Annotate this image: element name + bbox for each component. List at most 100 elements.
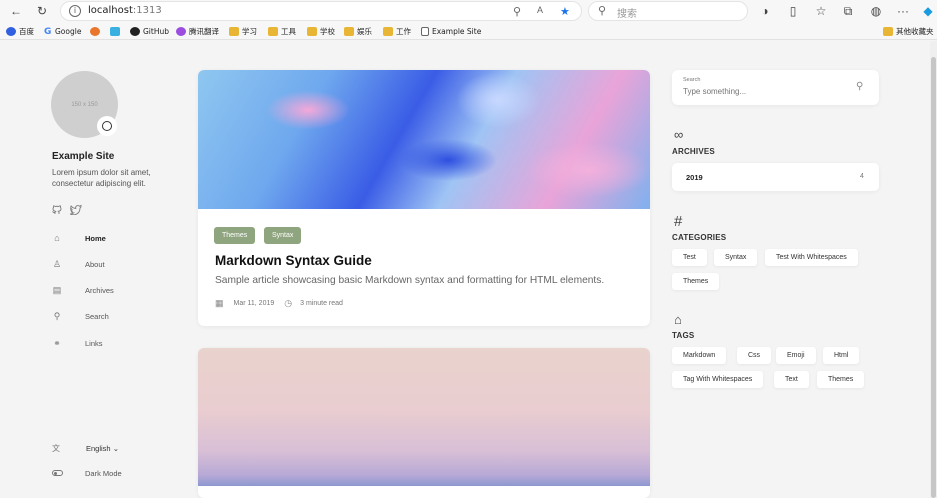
site-title[interactable]: Example Site bbox=[52, 151, 114, 162]
folder-icon bbox=[229, 27, 239, 36]
post-title[interactable]: Markdown Syntax Guide bbox=[215, 253, 372, 268]
folder-icon bbox=[383, 27, 393, 36]
page-icon bbox=[421, 27, 429, 36]
archives-title: ARCHIVES bbox=[672, 147, 715, 156]
nav-item-search[interactable]: ⚲ Search bbox=[52, 309, 109, 323]
reload-icon[interactable]: ↻ bbox=[35, 4, 49, 18]
widget-search[interactable]: Search ⚲ bbox=[672, 70, 879, 105]
tag-pill[interactable]: Emoji bbox=[776, 347, 816, 364]
tag-icon: ⌂ bbox=[674, 312, 682, 327]
zoom-icon[interactable]: ⚲ bbox=[513, 5, 521, 18]
twitter-icon[interactable] bbox=[69, 204, 82, 216]
link-icon: ⚭ bbox=[53, 337, 61, 348]
bookmark-translate[interactable]: 腾讯翻译 bbox=[176, 25, 219, 38]
toggle-icon bbox=[52, 470, 63, 476]
bookmark-baidu[interactable]: 百度 bbox=[6, 25, 34, 38]
circle-icon bbox=[102, 121, 112, 131]
extension-icon[interactable]: ◑ bbox=[758, 4, 772, 18]
nav-item-archives[interactable]: ▤ Archives bbox=[52, 283, 114, 297]
bookmark-bilibili[interactable] bbox=[110, 25, 120, 38]
browser-search-box[interactable]: ⚲ 搜索 bbox=[588, 1, 748, 21]
app-icon bbox=[90, 27, 100, 36]
bookmark-example-site[interactable]: Example Site bbox=[421, 25, 481, 38]
tag-pill[interactable]: Themes bbox=[817, 371, 865, 388]
dark-mode-label: Dark Mode bbox=[85, 468, 122, 478]
tag-pill[interactable]: Tag With Whitespaces bbox=[672, 371, 764, 388]
user-icon: ♙ bbox=[52, 258, 62, 269]
favorites-icon[interactable]: ☆ bbox=[814, 4, 828, 18]
address-bar[interactable]: i localhost:1313 ⚲ A ★ bbox=[60, 1, 582, 21]
nav-item-label: Links bbox=[85, 338, 103, 348]
nav-item-home[interactable]: ⌂ Home bbox=[52, 231, 106, 245]
post-cover-image[interactable] bbox=[198, 70, 650, 209]
bookmark-folder-study[interactable]: 学习 bbox=[229, 25, 257, 38]
folder-icon bbox=[883, 27, 893, 36]
folder-icon bbox=[268, 27, 278, 36]
bookmark-google[interactable]: G Google bbox=[44, 25, 81, 38]
bookmark-folder-tools[interactable]: 工具 bbox=[268, 25, 296, 38]
tag-pill[interactable]: Html bbox=[823, 347, 860, 364]
archive-count: 4 bbox=[860, 173, 864, 180]
language-selector[interactable]: 文 English ⌄ bbox=[52, 442, 119, 454]
bookmark-other-folder[interactable]: 其他收藏夹 bbox=[883, 25, 934, 38]
page-scrollbar[interactable] bbox=[930, 41, 937, 498]
site-info-icon[interactable]: i bbox=[69, 5, 81, 17]
post-card[interactable] bbox=[198, 348, 650, 498]
browser-toolbar: ← ↻ i localhost:1313 ⚲ A ★ ⚲ 搜索 ◑ ▯ ☆ ⧉ … bbox=[0, 0, 937, 22]
read-aloud-icon[interactable]: A bbox=[537, 5, 543, 15]
google-icon: G bbox=[44, 27, 52, 37]
category-pill[interactable]: Syntax bbox=[714, 249, 758, 266]
translate-icon bbox=[176, 27, 186, 36]
collections-icon[interactable]: ⧉ bbox=[841, 4, 855, 18]
home-icon: ⌂ bbox=[54, 233, 60, 243]
post-category-chip[interactable]: Syntax bbox=[264, 227, 302, 244]
chevron-down-icon: ⌄ bbox=[112, 443, 119, 453]
nav-item-links[interactable]: ⚭ Links bbox=[52, 336, 102, 350]
archive-year: 2019 bbox=[686, 173, 703, 182]
bookmark-app1[interactable] bbox=[90, 25, 100, 38]
scrollbar-thumb[interactable] bbox=[931, 57, 936, 498]
avatar-emoji-badge bbox=[97, 116, 117, 136]
bookmark-github[interactable]: GitHub bbox=[130, 25, 169, 38]
github-icon[interactable] bbox=[52, 204, 63, 215]
search-input[interactable] bbox=[683, 87, 843, 96]
bookmark-folder-school[interactable]: 学校 bbox=[307, 25, 335, 38]
tag-pill[interactable]: Text bbox=[774, 371, 809, 388]
copilot-icon[interactable]: ◆ bbox=[921, 4, 935, 18]
archive-year-row[interactable]: 2019 4 bbox=[672, 163, 879, 191]
post-card[interactable]: Themes Syntax Markdown Syntax Guide Samp… bbox=[198, 70, 650, 326]
category-pill[interactable]: Test With Whitespaces bbox=[765, 249, 858, 266]
search-icon[interactable]: ⚲ bbox=[856, 81, 863, 92]
favorite-star-icon[interactable]: ★ bbox=[560, 5, 570, 18]
post-cover-image[interactable] bbox=[198, 348, 650, 486]
profile-icon[interactable]: ◍ bbox=[869, 4, 883, 18]
browser-search-placeholder: 搜索 bbox=[617, 9, 637, 20]
dark-mode-toggle[interactable]: Dark Mode bbox=[52, 467, 122, 479]
nav-item-about[interactable]: ♙ About bbox=[52, 257, 105, 271]
clock-icon: ◷ bbox=[284, 298, 293, 308]
tag-pill[interactable]: Css bbox=[737, 347, 772, 364]
post-date: Mar 11, 2019 bbox=[233, 300, 275, 307]
split-screen-icon[interactable]: ▯ bbox=[786, 4, 800, 18]
post-description: Sample article showcasing basic Markdown… bbox=[215, 275, 605, 286]
more-icon[interactable]: ··· bbox=[896, 4, 910, 18]
page-content: 150 x 150 Example Site Lorem ipsum dolor… bbox=[0, 41, 930, 498]
post-category-chip[interactable]: Themes bbox=[214, 227, 256, 244]
bookmark-folder-fun[interactable]: 娱乐 bbox=[344, 25, 372, 38]
infinity-icon: ∞ bbox=[674, 127, 684, 142]
hashtag-icon: # bbox=[674, 213, 683, 230]
language-label: English ⌄ bbox=[86, 443, 119, 453]
search-icon: ⚲ bbox=[598, 5, 607, 17]
post-read-time: 3 minute read bbox=[300, 300, 343, 307]
nav-item-label: About bbox=[85, 259, 105, 269]
bilibili-icon bbox=[110, 27, 120, 36]
back-icon[interactable]: ← bbox=[9, 4, 23, 18]
bookmark-folder-work[interactable]: 工作 bbox=[383, 25, 411, 38]
folder-icon bbox=[344, 27, 354, 36]
tag-pill[interactable]: Markdown bbox=[672, 347, 727, 364]
folder-icon bbox=[307, 27, 317, 36]
nav-item-label: Home bbox=[85, 233, 106, 243]
site-description: Lorem ipsum dolor sit amet, consectetur … bbox=[52, 168, 151, 188]
category-pill[interactable]: Themes bbox=[672, 273, 720, 290]
category-pill[interactable]: Test bbox=[672, 249, 707, 266]
